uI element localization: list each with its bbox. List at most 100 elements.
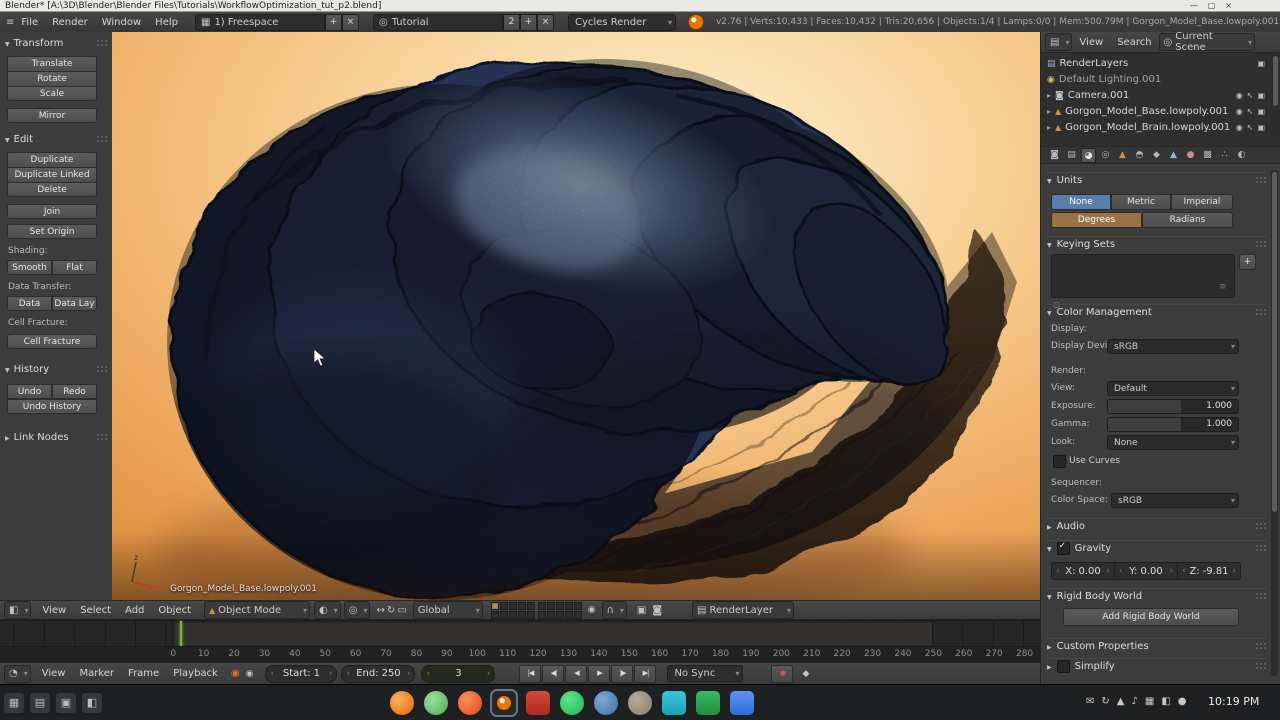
jump-to-end-button[interactable] [634,664,657,683]
mirror-button[interactable]: Mirror [7,108,97,123]
render-result-icon[interactable] [1257,59,1265,68]
outliner-item-renderlayers[interactable]: RenderLayers [1047,56,1273,71]
tab-scene[interactable] [1081,147,1096,163]
look-dropdown[interactable]: None [1107,435,1239,450]
viewport-shading-selector[interactable] [314,601,341,619]
tray-workspace-icon[interactable]: ▦ [1145,696,1154,707]
duplicate-button[interactable]: Duplicate [7,152,97,167]
taskbar-pdf-reader-icon[interactable] [526,691,550,715]
menu-window[interactable]: Window [95,17,148,28]
taskbar-steam-icon[interactable] [594,691,618,715]
add-scene-button[interactable]: + [519,13,537,31]
taskbar-software-center-icon[interactable] [424,691,448,715]
panel-header-custom-properties[interactable]: Custom Properties [1047,638,1267,654]
taskbar-firefox-icon[interactable] [390,691,414,715]
redo-button[interactable]: Redo [52,384,97,399]
layers-grid-2[interactable] [537,601,582,619]
tab-render[interactable] [1047,148,1062,163]
visibility-eye-icon[interactable] [1236,123,1243,132]
panel-grip-icon[interactable] [96,135,108,144]
selectability-icon[interactable] [1247,107,1254,116]
use-curves-checkbox[interactable] [1053,455,1066,468]
panel-grip-icon[interactable] [1255,522,1267,531]
scene-selector[interactable]: Tutorial [372,13,503,31]
panel-grip-icon[interactable] [1255,544,1267,553]
outliner-scrollbar[interactable] [1272,54,1279,142]
renderability-icon[interactable] [1257,91,1265,100]
taskbar-launcher-icon[interactable]: ▦ [4,693,24,713]
tray-status-icon[interactable]: ● [1178,696,1187,707]
tab-world[interactable] [1098,148,1113,163]
outliner-item-camera[interactable]: Camera.001 [1047,88,1273,103]
gravity-x-field[interactable]: X: 0.00 [1051,562,1115,580]
shade-smooth-button[interactable]: Smooth [7,260,52,275]
panel-grip-icon[interactable] [96,365,108,374]
menu-render[interactable]: Render [45,17,95,28]
panel-grip-icon[interactable] [1255,662,1267,671]
panel-header-simplify[interactable]: Simplify [1047,658,1267,674]
taskbar-clock[interactable]: 10:19 PM [1208,695,1259,708]
visibility-eye-icon[interactable] [1236,107,1243,116]
editor-type-timeline-selector[interactable] [4,664,31,683]
translate-button[interactable]: Translate [7,56,97,71]
panel-header-gravity[interactable]: Gravity [1047,540,1267,556]
jump-to-start-button[interactable] [519,664,542,683]
renderability-icon[interactable] [1257,107,1265,116]
outliner-menu-view[interactable]: View [1072,37,1110,48]
current-frame-indicator[interactable] [180,621,182,647]
layers-grid-1[interactable] [490,601,535,619]
outliner-item-model-base[interactable]: Gorgon_Model_Base.lowpoly.001 [1047,104,1273,119]
tray-audio-icon[interactable]: ♪ [1131,696,1137,707]
taskbar-ubuntu-icon[interactable] [458,691,482,715]
panel-grip-icon[interactable] [96,433,108,442]
start-frame-field[interactable]: Start: 1 [265,664,338,683]
add-rigid-body-world-button[interactable]: Add Rigid Body World [1063,608,1239,626]
panel-header-link-nodes[interactable]: Link Nodes [5,430,108,445]
set-origin-button[interactable]: Set Origin [7,224,97,239]
play-reverse-button[interactable] [565,664,588,683]
render-engine-selector[interactable]: Cycles Render [567,13,676,31]
render-layer-selector[interactable]: RenderLayer [692,601,795,619]
taskbar-blender-icon[interactable] [492,691,516,715]
editor-type-info-icon[interactable] [6,17,14,28]
timeline-lock-icon[interactable] [246,669,254,679]
tab-material[interactable] [1183,148,1198,163]
timeline-ruler[interactable]: 0 10 20 30 40 50 60 70 80 90 100 110 120 130 140 150 160… [0,646,1040,663]
unit-radians-button[interactable]: Radians [1142,212,1233,228]
viewport-menu-view[interactable]: View [35,605,73,616]
renderability-icon[interactable] [1257,123,1265,132]
outliner-scope-selector[interactable]: Current Scene [1158,31,1255,53]
tab-constraints[interactable] [1132,148,1147,163]
editor-type-3dview-selector[interactable] [4,601,32,619]
taskbar-text-editor-icon[interactable] [730,691,754,715]
editor-type-outliner-selector[interactable] [1045,33,1073,51]
expand-icon[interactable] [1047,106,1051,117]
viewport-menu-add[interactable]: Add [118,605,151,616]
tray-updates-icon[interactable]: ↻ [1101,696,1109,707]
properties-scrollbar[interactable] [1271,170,1278,676]
menu-file[interactable]: File [14,17,45,28]
tab-render-layers[interactable] [1064,148,1079,163]
data-layout-button[interactable]: Data Lay [52,296,97,311]
unit-degrees-button[interactable]: Degrees [1051,212,1142,228]
tray-display-icon[interactable]: ◧ [1161,696,1170,707]
join-button[interactable]: Join [7,204,97,219]
simplify-checkbox[interactable] [1056,660,1070,673]
view-dropdown[interactable]: Default [1107,381,1239,396]
panel-grip-icon[interactable] [1255,176,1267,185]
transform-orientation-selector[interactable]: Global [412,601,483,619]
add-keying-set-button[interactable]: + [1239,254,1256,270]
current-frame-field[interactable]: 3 [421,664,496,683]
pivot-selector[interactable] [343,601,371,619]
taskbar-files-icon[interactable]: ▤ [30,693,50,713]
scale-button[interactable]: Scale [7,86,97,101]
panel-header-history[interactable]: History [5,362,108,377]
timeline-menu-view[interactable]: View [35,668,73,679]
tray-mail-icon[interactable]: ✉ [1086,696,1094,707]
taskbar-media-player-icon[interactable] [662,691,686,715]
play-button[interactable] [588,664,611,683]
panel-header-color-management[interactable]: Color Management [1047,304,1267,320]
panel-grip-icon[interactable] [1255,308,1267,317]
delete-scene-button[interactable]: × [536,13,554,31]
unit-none-button[interactable]: None [1051,194,1111,210]
